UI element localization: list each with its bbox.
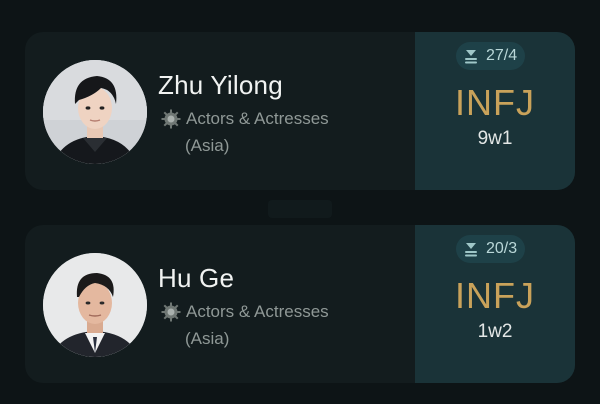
mbti-type: INFJ [455, 82, 535, 123]
vote-count-badge: 27/4 [456, 42, 526, 70]
profile-name[interactable]: Zhu Yilong [158, 70, 283, 101]
vote-count-badge: 20/3 [456, 235, 526, 263]
personality-type-panel[interactable]: 20/3 INFJ 1w2 [415, 225, 575, 383]
category-label: Actors & Actresses [186, 302, 329, 321]
profile-region: (Asia) [185, 329, 230, 348]
profile-info: Zhu Yilong Actors & Actresses (Asia) [25, 32, 415, 190]
vote-count: 20/3 [486, 240, 518, 257]
gear-badge-icon [160, 108, 182, 130]
mbti-type: INFJ [455, 275, 535, 316]
vote-count: 27/4 [486, 47, 518, 64]
gear-badge-icon [160, 301, 182, 323]
avatar[interactable] [43, 60, 147, 164]
enneagram-type: 9w1 [477, 128, 513, 149]
vote-stack-icon [462, 47, 480, 65]
profile-card-zhu-yilong[interactable]: Zhu Yilong Actors & Actresses (Asia) 27/… [25, 32, 575, 190]
enneagram-type: 1w2 [477, 321, 513, 342]
profile-list-page: Zhu Yilong Actors & Actresses (Asia) 27/… [0, 0, 600, 404]
profile-info: Hu Ge Actors & Actresses (Asia) [25, 225, 415, 383]
profile-card-hu-ge[interactable]: Hu Ge Actors & Actresses (Asia) 20/3 INF… [25, 225, 575, 383]
category-label: Actors & Actresses [186, 109, 329, 128]
divider [268, 200, 332, 218]
profile-category[interactable]: Actors & Actresses [160, 301, 329, 323]
vote-stack-icon [462, 240, 480, 258]
profile-region: (Asia) [185, 136, 230, 155]
profile-category[interactable]: Actors & Actresses [160, 108, 329, 130]
avatar-photo [43, 253, 147, 357]
avatar[interactable] [43, 253, 147, 357]
personality-type-panel[interactable]: 27/4 INFJ 9w1 [415, 32, 575, 190]
avatar-photo [43, 60, 147, 164]
profile-name[interactable]: Hu Ge [158, 263, 234, 294]
